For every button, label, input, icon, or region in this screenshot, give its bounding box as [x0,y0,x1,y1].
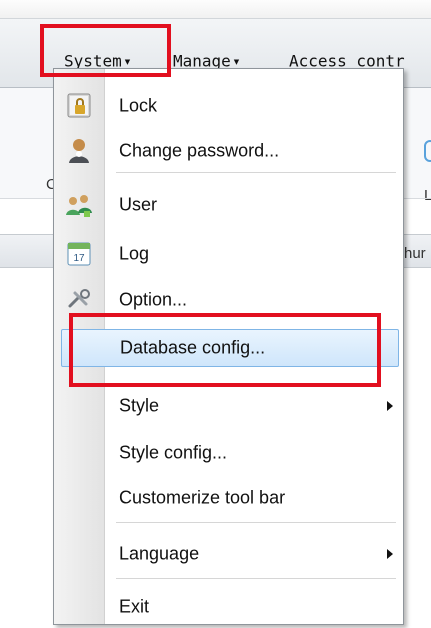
submenu-arrow-icon [387,401,393,411]
menu-item-language-label: Language [119,543,200,564]
chevron-down-icon: ▼ [124,57,131,67]
svg-text:17: 17 [73,253,85,264]
menu-item-change-password-label: Change password... [119,140,280,161]
lock-icon [67,93,91,118]
users-icon [66,195,92,217]
menu-item-exit-label: Exit [119,596,150,617]
menu-item-user-label: User [119,194,158,215]
menu-item-style[interactable]: Style [61,387,399,425]
submenu-arrow-icon [387,549,393,559]
menu-item-exit[interactable]: Exit [61,588,399,624]
menu-item-database-config[interactable]: Database config... [61,329,399,367]
menu-item-option-label: Option... [119,289,188,310]
menu-item-customerize-tool-bar-label: Customerize tool bar [119,487,286,508]
menu-item-option[interactable]: Option... [61,281,399,319]
menu-separator [116,172,396,173]
tabbar-right-stub: hur [404,245,426,262]
menu-item-database-config-label: Database config... [120,337,266,358]
menu-item-style-label: Style [119,395,160,416]
menu-item-customerize-tool-bar[interactable]: Customerize tool bar [61,479,399,517]
toolbar-button-icon [424,140,431,162]
menu-item-style-config-label: Style config... [119,442,228,463]
menu-item-language[interactable]: Language [61,535,399,573]
menu-item-log-label: Log [119,243,150,264]
menu-item-user[interactable]: User [61,186,399,224]
chevron-down-icon: ▼ [233,57,240,67]
menu-separator [116,522,396,523]
system-dropdown-menu: Lock Change password... User 17 Log Opti… [53,68,404,625]
tools-icon [68,289,90,308]
app-window: System ▼ Manage ▼ Access contr C L hur Loc… [0,0,431,628]
toolbar-right-stub: L [424,187,431,204]
menu-item-log[interactable]: 17 Log [61,235,399,273]
user-key-icon [69,139,89,163]
menu-item-lock-label: Lock [119,95,158,116]
menu-item-lock[interactable]: Lock [61,87,399,125]
menu-separator [116,578,396,579]
calendar-icon: 17 [67,242,91,266]
menu-item-style-config[interactable]: Style config... [61,434,399,472]
window-top-strip [0,0,431,18]
menu-item-change-password[interactable]: Change password... [61,132,399,170]
